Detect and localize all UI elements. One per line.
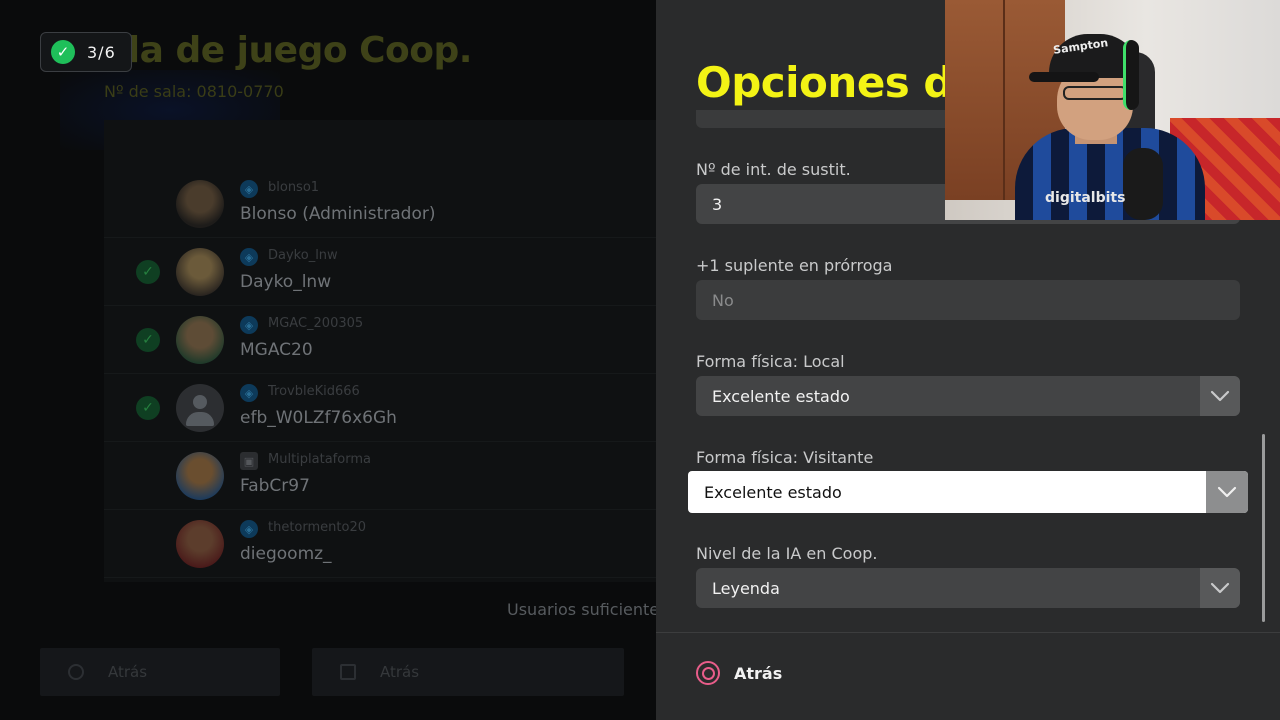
player-avatar [176, 180, 224, 228]
player-row[interactable]: ✓ ◈ Dayko_lnw Dayko_lnw [104, 238, 656, 306]
lobby-secondary-button[interactable]: Atrás [312, 648, 624, 696]
away-fitness-label: Forma física: Visitante [696, 448, 874, 467]
ready-counter-text: 3/6 [87, 42, 116, 62]
panel-back-button[interactable]: Atrás [696, 660, 782, 686]
default-avatar-icon [176, 384, 224, 432]
playstation-icon: ◈ [240, 520, 258, 538]
chevron-down-icon[interactable] [1200, 568, 1240, 608]
playstation-icon: ◈ [240, 384, 258, 402]
ready-check-icon: ✓ [136, 396, 160, 420]
ai-level-dropdown[interactable]: Leyenda [696, 568, 1240, 608]
chevron-down-icon[interactable] [1206, 471, 1248, 513]
player-handle: TrovbleKid666 [268, 384, 360, 399]
player-name: Dayko_lnw [240, 272, 332, 292]
ready-counter-badge: ✓ 3/6 [40, 32, 132, 72]
circle-button-icon [68, 664, 84, 680]
square-button-icon [340, 664, 356, 680]
away-fitness-value: Excelente estado [704, 482, 842, 502]
panel-scrollbar[interactable] [1262, 434, 1265, 622]
player-name: diegoomz_ [240, 544, 332, 564]
player-handle: MGAC_200305 [268, 316, 364, 331]
player-handle: Dayko_lnw [268, 248, 338, 263]
gamepad-icon: ▣ [240, 452, 258, 470]
extra-sub-field: No [696, 280, 1240, 320]
lobby-secondary-label: Atrás [380, 663, 420, 681]
extra-sub-value: No [712, 290, 734, 310]
lobby-back-label: Atrás [108, 663, 148, 681]
player-row[interactable]: ◈ thetormento20 diegoomz_ [104, 510, 656, 578]
room-number: Nº de sala: 0810-0770 [104, 82, 284, 101]
player-row[interactable]: ✓ ◈ TrovbleKid666 efb_W0LZf76x6Gh [104, 374, 656, 442]
webcam-overlay: Sampton digitalbits [945, 0, 1280, 220]
player-name: MGAC20 [240, 340, 313, 360]
player-name: efb_W0LZf76x6Gh [240, 408, 397, 428]
player-row[interactable]: ✓ ◈ MGAC_200305 MGAC20 [104, 306, 656, 374]
player-name: Blonso (Administrador) [240, 204, 436, 224]
panel-back-label: Atrás [734, 663, 783, 683]
substitutions-label: Nº de int. de sustit. [696, 160, 851, 179]
player-name: FabCr97 [240, 476, 310, 496]
lobby-status-text: Usuarios suficientes [507, 600, 656, 619]
player-avatar [176, 520, 224, 568]
extra-sub-label: +1 suplente en prórroga [696, 256, 893, 275]
home-fitness-label: Forma física: Local [696, 352, 845, 371]
player-row[interactable]: ◈ blonso1 Blonso (Administrador) [104, 170, 656, 238]
playstation-icon: ◈ [240, 248, 258, 266]
coop-lobby-background: ala de juego Coop. Nº de sala: 0810-0770… [0, 0, 656, 720]
away-fitness-dropdown[interactable]: Excelente estado [688, 471, 1248, 513]
glasses [1063, 86, 1127, 100]
microphone [1123, 148, 1163, 220]
chevron-down-icon[interactable] [1200, 376, 1240, 416]
headset [1123, 40, 1139, 110]
player-handle: blonso1 [268, 180, 320, 195]
player-avatar [176, 316, 224, 364]
player-handle: thetormento20 [268, 520, 366, 535]
jersey-sponsor-text: digitalbits [1045, 190, 1126, 206]
check-icon: ✓ [51, 40, 75, 64]
lobby-back-button[interactable]: Atrás [40, 648, 280, 696]
lobby-title: ala de juego Coop. [104, 30, 472, 71]
player-row[interactable]: ▣ Multiplataforma FabCr97 [104, 442, 656, 510]
playstation-icon: ◈ [240, 316, 258, 334]
ai-level-value: Leyenda [712, 578, 780, 598]
player-avatar [176, 248, 224, 296]
substitutions-value: 3 [712, 194, 723, 214]
panel-divider [656, 632, 1280, 633]
ready-check-icon: ✓ [136, 328, 160, 352]
playstation-icon: ◈ [240, 180, 258, 198]
player-handle: Multiplataforma [268, 452, 371, 467]
ready-check-icon: ✓ [136, 260, 160, 284]
player-avatar [176, 452, 224, 500]
player-list: ◈ blonso1 Blonso (Administrador) ✓ ◈ Day… [104, 120, 656, 582]
ai-level-label: Nivel de la IA en Coop. [696, 544, 878, 563]
home-fitness-dropdown[interactable]: Excelente estado [696, 376, 1240, 416]
circle-button-icon [696, 661, 720, 685]
home-fitness-value: Excelente estado [712, 386, 850, 406]
panel-title: Opciones de [696, 58, 981, 107]
